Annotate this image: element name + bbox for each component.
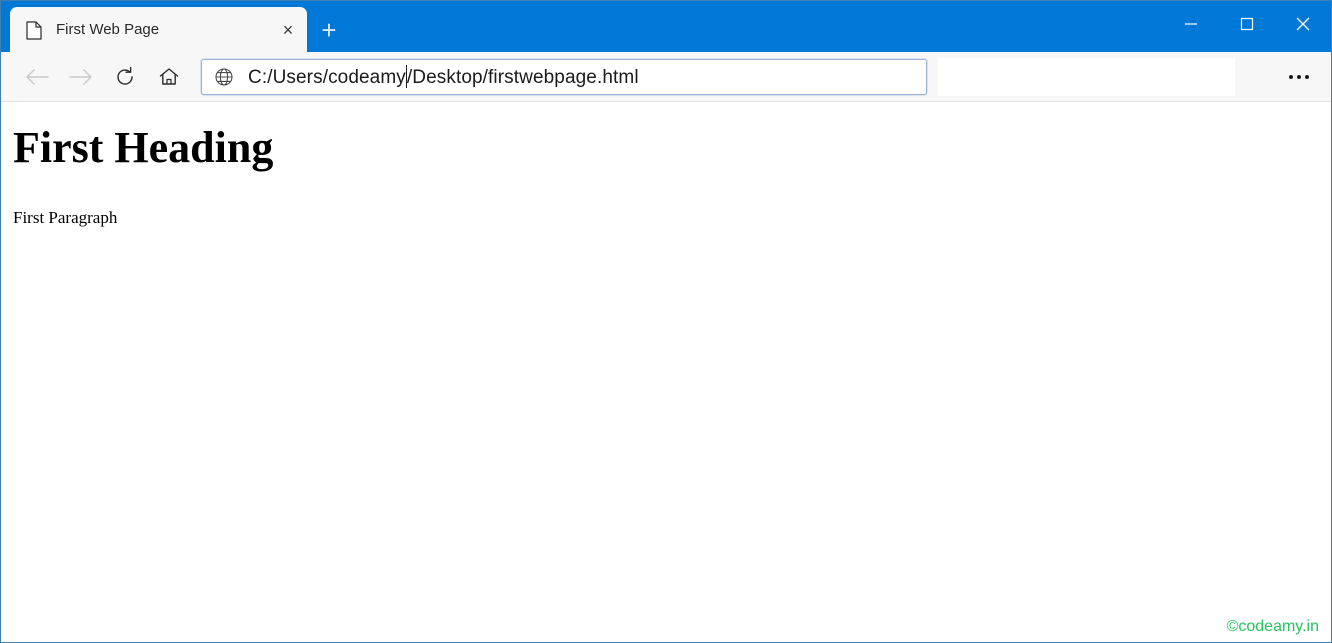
url-before-caret: C:/Users/codeamy [248,66,406,88]
page-paragraph: First Paragraph [13,208,118,228]
more-dot [1297,74,1301,79]
tab-title: First Web Page [56,21,160,38]
new-tab-button[interactable]: + [307,7,351,52]
navigation-toolbar: C:/Users/codeamy/Desktop/firstwebpage.ht… [1,52,1331,102]
url-after-caret: /Desktop/firstwebpage.html [406,66,639,88]
toolbar-aux-field[interactable] [938,57,1235,96]
browser-tab[interactable]: First Web Page × [10,7,307,52]
forward-icon[interactable] [59,57,103,97]
close-window-icon[interactable] [1275,1,1331,46]
page-viewport: First Heading First Paragraph ©codeamy.i… [1,102,1331,642]
close-tab-icon[interactable]: × [269,8,307,52]
watermark: ©codeamy.in [1226,618,1319,635]
minimize-icon[interactable] [1163,1,1219,46]
more-dot [1305,74,1309,79]
more-dot [1289,74,1293,79]
page-heading: First Heading [13,123,274,172]
address-bar-text[interactable]: C:/Users/codeamy/Desktop/firstwebpage.ht… [248,64,639,89]
maximize-icon[interactable] [1219,1,1275,46]
home-icon[interactable] [147,57,191,97]
back-icon[interactable] [15,57,59,97]
globe-icon [214,67,234,87]
address-bar[interactable]: C:/Users/codeamy/Desktop/firstwebpage.ht… [201,58,927,95]
tab-strip: First Web Page × + [1,1,351,52]
window-controls [1163,1,1331,46]
page-document-icon [26,20,42,40]
title-bar: First Web Page × + [1,1,1331,52]
more-options-icon[interactable] [1279,59,1319,95]
refresh-icon[interactable] [103,57,147,97]
browser-window: First Web Page × + C:/Users/codeamy/Desk… [0,0,1332,643]
